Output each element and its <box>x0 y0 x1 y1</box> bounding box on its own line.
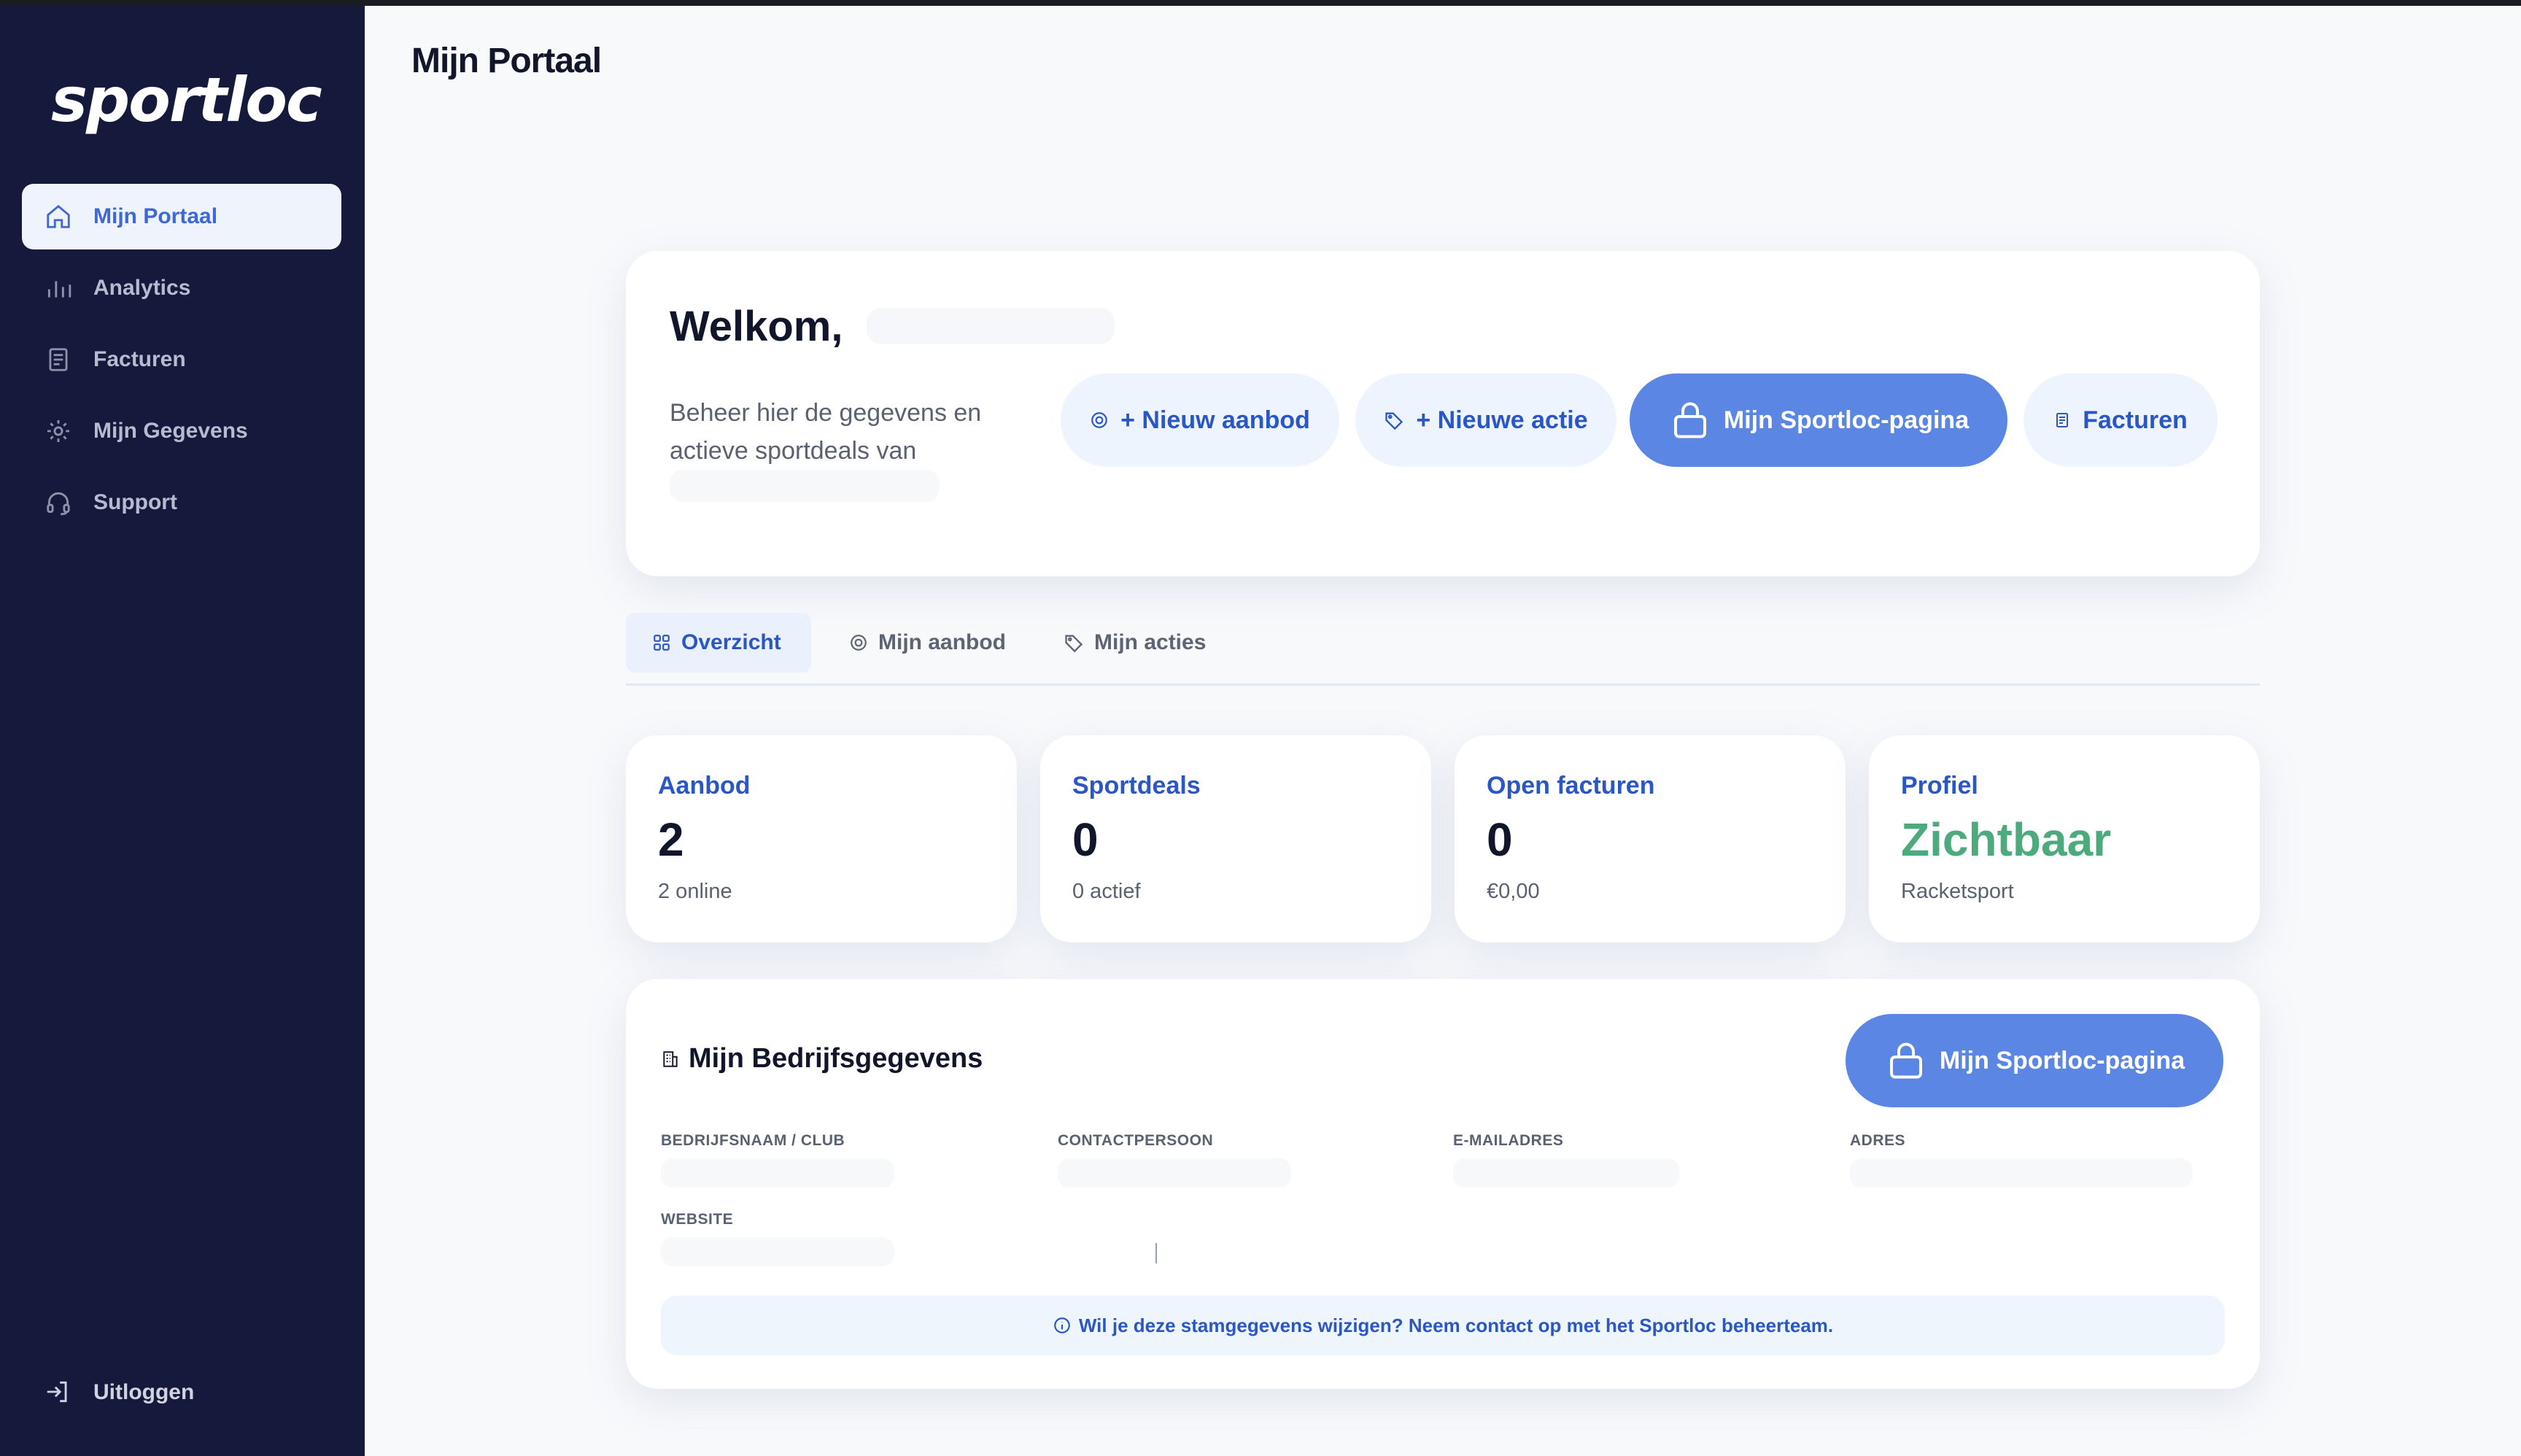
stat-label: Profiel <box>1901 772 1978 799</box>
blurred-user-name <box>867 308 1115 344</box>
field-label-address: ADRES <box>1850 1132 1906 1149</box>
sportloc-logo[interactable]: sportloc <box>51 64 322 136</box>
sidebar-item-label: Mijn Portaal <box>93 204 218 228</box>
field-label-email: E-MAILADRES <box>1453 1132 1564 1149</box>
text-cursor <box>1155 1243 1157 1263</box>
stat-card-open-facturen[interactable]: Open facturen 0 €0,00 <box>1455 735 1846 942</box>
field-value-email <box>1453 1158 1679 1188</box>
my-sportloc-page-label: Mijn Sportloc-pagina <box>1723 406 1970 434</box>
stat-subtext: €0,00 <box>1487 880 1540 903</box>
sidebar-item-label: Facturen <box>93 347 186 371</box>
tab-mijn-aanbod[interactable]: Mijn aanbod <box>823 613 1032 673</box>
target-icon <box>1091 412 1107 428</box>
welcome-description: Beheer hier de gegevens en actieve sport… <box>670 399 982 465</box>
sidebar: sportloc Mijn Portaal Analytics Facturen… <box>0 6 365 1456</box>
tab-overzicht[interactable]: Overzicht <box>626 613 811 673</box>
tab-bar: Overzicht Mijn aanbod Mijn acties <box>626 613 2260 686</box>
field-value-address <box>1850 1158 2193 1188</box>
sidebar-item-label: Mijn Gegevens <box>93 419 248 443</box>
lock-icon <box>1889 1042 1922 1079</box>
field-value-company-name <box>661 1158 894 1188</box>
sidebar-item-mijn-gegevens[interactable]: Mijn Gegevens <box>22 398 341 464</box>
company-my-sportloc-page-label: Mijn Sportloc-pagina <box>1939 1046 2185 1074</box>
info-notice-text: Wil je deze stamgegevens wijzigen? Neem … <box>1078 1314 1834 1336</box>
info-icon <box>1054 1317 1070 1333</box>
field-value-website <box>661 1237 894 1266</box>
stat-card-profiel[interactable]: Profiel Zichtbaar Racketsport <box>1869 735 2260 942</box>
stat-label: Open facturen <box>1487 772 1655 799</box>
field-value-contact <box>1058 1158 1291 1188</box>
gear-icon <box>44 417 73 446</box>
my-sportloc-page-button[interactable]: Mijn Sportloc-pagina <box>1630 373 2007 467</box>
field-label-website: WEBSITE <box>661 1211 734 1228</box>
company-my-sportloc-page-button[interactable]: Mijn Sportloc-pagina <box>1846 1014 2223 1107</box>
sidebar-item-facturen[interactable]: Facturen <box>22 327 341 392</box>
sidebar-item-support[interactable]: Support <box>22 470 341 535</box>
welcome-title: Welkom, <box>670 303 843 350</box>
field-label-company-name: BEDRIJFSNAAM / CLUB <box>661 1132 845 1149</box>
new-action-label: + Nieuwe actie <box>1416 406 1588 434</box>
new-offer-button[interactable]: + Nieuw aanbod <box>1061 373 1339 467</box>
grid-icon <box>654 635 670 651</box>
company-details-title: Mijn Bedrijfsgegevens <box>661 1043 983 1074</box>
stat-subtext: 2 online <box>658 880 732 903</box>
receipt-icon <box>44 345 73 374</box>
stat-label: Aanbod <box>658 772 751 799</box>
logout-icon <box>44 1378 73 1407</box>
invoices-label: Facturen <box>2083 406 2188 434</box>
welcome-card: Welkom, Beheer hier de gegevens en actie… <box>626 251 2260 576</box>
logout-label: Uitloggen <box>93 1380 195 1404</box>
sidebar-item-label: Support <box>93 490 177 514</box>
stat-card-sportdeals[interactable]: Sportdeals 0 0 actief <box>1040 735 1431 942</box>
blurred-company-name <box>670 470 940 502</box>
new-action-button[interactable]: + Nieuwe actie <box>1355 373 1616 467</box>
company-details-card: Mijn Bedrijfsgegevens Mijn Sportloc-pagi… <box>626 979 2260 1389</box>
tab-label: Mijn acties <box>1094 630 1207 654</box>
tab-label: Mijn aanbod <box>878 630 1006 654</box>
info-notice: Wil je deze stamgegevens wijzigen? Neem … <box>661 1296 2225 1355</box>
logout-button[interactable]: Uitloggen <box>22 1360 341 1425</box>
stat-value: 0 <box>1487 813 1513 866</box>
page-title: Mijn Portaal <box>411 42 602 80</box>
home-icon <box>44 202 73 231</box>
sidebar-item-mijn-portaal[interactable]: Mijn Portaal <box>22 184 341 249</box>
tab-label: Overzicht <box>681 630 781 654</box>
company-details-title-text: Mijn Bedrijfsgegevens <box>689 1043 983 1074</box>
stat-value: 0 <box>1072 813 1099 866</box>
headset-icon <box>44 488 73 517</box>
lock-icon <box>1673 402 1706 438</box>
stat-subtext: 0 actief <box>1072 880 1141 903</box>
stat-subtext: Racketsport <box>1901 880 2014 903</box>
tab-mijn-acties[interactable]: Mijn acties <box>1037 613 1232 673</box>
window-top-bar <box>0 0 2521 6</box>
tag-icon <box>1065 635 1083 653</box>
invoices-button[interactable]: Facturen <box>2024 373 2218 467</box>
target-icon <box>851 635 867 651</box>
stat-card-aanbod[interactable]: Aanbod 2 2 online <box>626 735 1017 942</box>
stat-label: Sportdeals <box>1072 772 1201 799</box>
bar-chart-icon <box>44 274 73 303</box>
sidebar-item-label: Analytics <box>93 276 191 300</box>
main-content: Mijn Portaal Welkom, Beheer hier de gege… <box>365 6 2521 1456</box>
tag-icon <box>1385 412 1403 430</box>
stat-value: 2 <box>658 813 684 866</box>
sidebar-item-analytics[interactable]: Analytics <box>22 255 341 321</box>
new-offer-label: + Nieuw aanbod <box>1120 406 1310 434</box>
building-icon <box>663 1050 678 1067</box>
receipt-icon <box>2056 413 2069 427</box>
field-label-contact: CONTACTPERSOON <box>1058 1132 1214 1149</box>
stat-value: Zichtbaar <box>1901 813 2112 866</box>
